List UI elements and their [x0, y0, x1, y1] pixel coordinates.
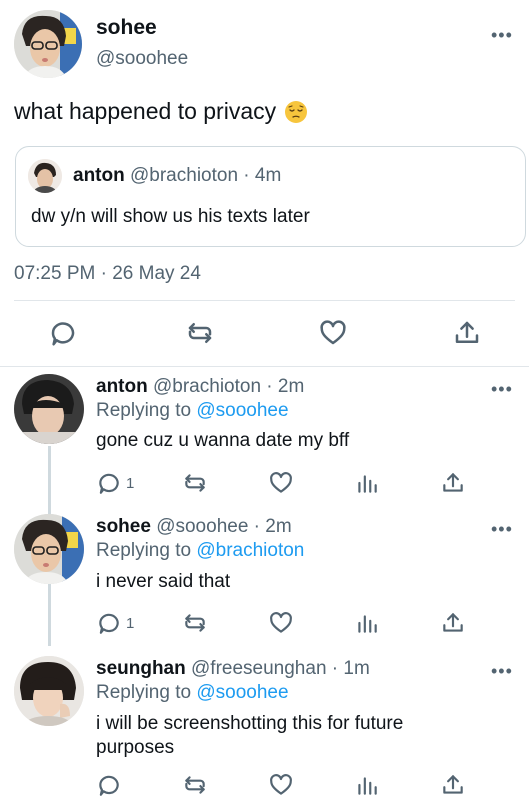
like-icon[interactable] [318, 318, 348, 348]
avatar-image [14, 10, 82, 78]
reply-meta: seunghan @freeseunghan · 1m [96, 658, 370, 680]
like-icon [270, 472, 292, 493]
views-icon [358, 475, 377, 493]
retweet-icon [185, 776, 205, 794]
reply-author-handle[interactable]: @freeseunghan · 1m [191, 658, 370, 679]
reply-author-name[interactable]: anton [96, 376, 148, 397]
retweet-icon [185, 474, 205, 492]
reply-icon [99, 473, 119, 494]
share-icon [443, 613, 463, 632]
reply-author-avatar[interactable] [14, 514, 84, 584]
views-button[interactable] [354, 610, 380, 636]
reply-count: 1 [126, 614, 135, 632]
like-button[interactable] [268, 610, 294, 636]
replying-mention[interactable]: @sooohee [196, 682, 288, 703]
share-icon[interactable] [452, 318, 482, 348]
reply-author-handle[interactable]: @brachioton · 2m [153, 376, 304, 397]
reply-count: 1 [126, 474, 135, 492]
reply-tweet[interactable]: sohee @sooohee · 2m ••• Replying to @bra… [0, 506, 529, 646]
replying-to: Replying to @sooohee [96, 400, 289, 422]
reply-author-name[interactable]: seunghan [96, 658, 186, 679]
share-icon [443, 473, 463, 492]
more-options-icon[interactable]: ••• [491, 520, 513, 538]
quoted-text: dw y/n will show us his texts later [31, 206, 310, 227]
main-tweet: sohee @sooohee ••• what happened to priv… [0, 0, 529, 366]
retweet-button[interactable] [182, 610, 208, 636]
like-icon [270, 774, 292, 795]
reply-icon [99, 613, 119, 634]
retweet-button[interactable] [182, 470, 208, 496]
reply-button[interactable]: 1 [96, 470, 134, 496]
like-icon [270, 612, 292, 633]
reply-author-handle[interactable]: @sooohee · 2m [156, 516, 291, 537]
replying-prefix: Replying to [96, 400, 192, 421]
replying-to: Replying to @brachioton [96, 540, 304, 562]
reply-tweet[interactable]: seunghan @freeseunghan · 1m ••• Replying… [0, 646, 529, 810]
like-button[interactable] [268, 470, 294, 496]
replying-mention[interactable]: @brachioton [196, 540, 304, 561]
author-avatar[interactable] [14, 10, 82, 78]
views-icon [358, 615, 377, 633]
author-handle[interactable]: @sooohee [96, 48, 188, 70]
share-button[interactable] [440, 470, 466, 496]
pensive-face-icon [284, 100, 308, 124]
replying-mention[interactable]: @sooohee [196, 400, 288, 421]
tweet-text-row: what happened to privacy [14, 98, 308, 125]
tweet-timestamp[interactable]: 07:25 PM · 26 May 24 [14, 263, 201, 285]
replying-prefix: Replying to [96, 682, 192, 703]
reply-author-avatar[interactable] [14, 374, 84, 444]
views-icon [358, 777, 377, 795]
divider [14, 300, 515, 301]
reply-text: gone cuz u wanna date my bff [96, 430, 350, 451]
reply-author-name[interactable]: sohee [96, 516, 151, 537]
like-button[interactable] [268, 772, 294, 798]
quoted-author-name: anton [73, 165, 125, 186]
retweet-icon [185, 614, 205, 632]
more-options-icon[interactable]: ••• [491, 662, 513, 680]
reply-meta: sohee @sooohee · 2m [96, 516, 292, 538]
reply-icon[interactable] [48, 318, 78, 348]
reply-text: i never said that [96, 571, 231, 592]
author-name[interactable]: sohee [96, 16, 157, 40]
quoted-tweet[interactable]: anton @brachioton · 4m dw y/n will show … [15, 146, 526, 247]
more-options-icon[interactable]: ••• [491, 26, 513, 44]
reply-tweet[interactable]: anton @brachioton · 2m ••• Replying to @… [0, 366, 529, 506]
quoted-meta: anton @brachioton · 4m [73, 165, 281, 187]
reply-meta: anton @brachioton · 2m [96, 376, 304, 398]
tweet-text: what happened to privacy [14, 98, 277, 124]
share-icon [443, 775, 463, 794]
more-options-icon[interactable]: ••• [491, 380, 513, 398]
reply-author-avatar[interactable] [14, 656, 84, 726]
share-button[interactable] [440, 610, 466, 636]
views-button[interactable] [354, 772, 380, 798]
reply-text: i will be screenshotting this for future… [96, 713, 404, 758]
retweet-icon[interactable] [185, 318, 215, 348]
replying-prefix: Replying to [96, 540, 192, 561]
quoted-author-handle: @brachioton · 4m [130, 165, 282, 186]
share-button[interactable] [440, 772, 466, 798]
reply-icon [99, 775, 119, 796]
replying-to: Replying to @sooohee [96, 682, 289, 704]
views-button[interactable] [354, 470, 380, 496]
reply-button[interactable]: 1 [96, 610, 134, 636]
reply-button[interactable] [96, 772, 122, 798]
quoted-author-avatar [28, 159, 62, 193]
retweet-button[interactable] [182, 772, 208, 798]
